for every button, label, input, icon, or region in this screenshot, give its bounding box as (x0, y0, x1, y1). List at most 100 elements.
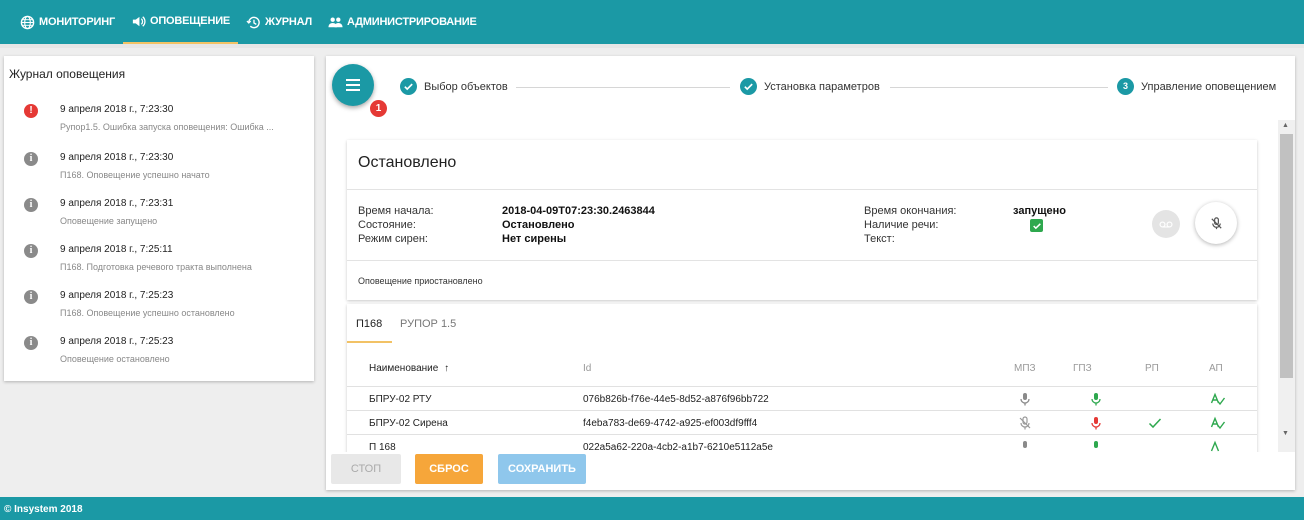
scroll-down-icon[interactable]: ▼ (1282, 430, 1289, 437)
nav-monitoring[interactable]: МОНИТОРИНГ (12, 0, 123, 44)
log-date: 9 апреля 2018 г., 7:25:23 (60, 290, 174, 301)
state-label: Состояние: (358, 219, 416, 231)
nav-journal[interactable]: ЖУРНАЛ (238, 0, 320, 44)
notification-control-panel: 1 Выбор объектов Установка параметров 3 … (326, 56, 1295, 490)
cell-id: 022a5a62-220a-4cb2-a1b7-6210e5112a5e (583, 442, 773, 452)
voicemail-button[interactable] (1152, 210, 1180, 238)
log-item[interactable]: ! 9 апреля 2018 г., 7:23:30 Рупор1.5. Ош… (24, 104, 309, 144)
divider (347, 189, 1257, 190)
log-text: Рупор1.5. Ошибка запуска оповещения: Оши… (60, 122, 274, 132)
save-button[interactable]: СОХРАНИТЬ (498, 454, 586, 484)
cell-name: БПРУ-02 Сирена (369, 418, 448, 429)
column-header-gpz[interactable]: ГПЗ (1073, 363, 1092, 374)
log-text: П168. Оповещение успешно остановлено (60, 308, 235, 318)
top-navigation: МОНИТОРИНГ ОПОВЕЩЕНИЕ ЖУРНАЛ АДМИНИСТРИР… (0, 0, 1304, 48)
check-circle-icon (400, 78, 417, 95)
log-date: 9 апреля 2018 г., 7:23:30 (60, 104, 174, 115)
vertical-scrollbar[interactable]: ▲ ▼ (1278, 120, 1295, 452)
log-text: П168. Оповещение успешно начато (60, 170, 210, 180)
status-title: Остановлено (358, 154, 457, 171)
voicemail-icon (1159, 220, 1173, 228)
status-note: Оповещение приостановлено (358, 276, 483, 286)
info-icon: i (24, 290, 38, 304)
table-row[interactable]: П 168 022a5a62-220a-4cb2-a1b7-6210e5112a… (347, 434, 1257, 452)
scroll-up-icon[interactable]: ▲ (1282, 122, 1289, 129)
nav-strip (0, 44, 1304, 48)
text-label: Текст: (864, 233, 895, 245)
table-row[interactable]: БПРУ-02 Сирена f4eba783-de69-4742-a925-e… (347, 410, 1257, 434)
nav-notification-label: ОПОВЕЩЕНИЕ (150, 15, 231, 27)
log-item[interactable]: i 9 апреля 2018 г., 7:23:31 Оповещение з… (24, 198, 309, 238)
cell-name: БПРУ-02 РТУ (369, 394, 432, 405)
column-header-name-label: Наименование (369, 363, 439, 374)
mute-microphone-button[interactable] (1195, 202, 1237, 244)
error-icon: ! (24, 104, 38, 118)
log-item[interactable]: i 9 апреля 2018 г., 7:25:11 П168. Подгот… (24, 244, 309, 284)
mic-off-icon (1210, 216, 1222, 229)
devices-card: П168 РУПОР 1.5 Наименование ↑ Id МПЗ ГПЗ… (347, 304, 1257, 452)
check-icon (1148, 418, 1162, 429)
log-text: П168. Подготовка речевого тракта выполне… (60, 262, 252, 272)
end-time-label: Время окончания: (864, 205, 957, 217)
content-scroll-area: Остановлено Время начала: 2018-04-09T07:… (326, 120, 1295, 452)
nav-notification[interactable]: ОПОВЕЩЕНИЕ (123, 0, 239, 44)
notification-badge: 1 (370, 100, 387, 117)
sidebar-title: Журнал оповещения (9, 67, 126, 81)
history-icon (246, 16, 260, 28)
active-tab-indicator (347, 341, 392, 343)
info-icon: i (24, 198, 38, 212)
info-icon: i (24, 336, 38, 350)
speech-checkbox[interactable] (1030, 219, 1043, 232)
log-text: Оповещение остановлено (60, 354, 170, 364)
column-header-mpz[interactable]: МПЗ (1014, 363, 1036, 374)
signal-icon (1210, 440, 1220, 452)
step-label: Установка параметров (764, 80, 880, 93)
mic-icon (1091, 393, 1101, 406)
siren-mode-label: Режим сирен: (358, 233, 428, 245)
column-header-name[interactable]: Наименование ↑ (369, 363, 449, 374)
log-item[interactable]: i 9 апреля 2018 г., 7:23:30 П168. Оповещ… (24, 152, 309, 192)
log-item[interactable]: i 9 апреля 2018 г., 7:25:23 Оповещение о… (24, 336, 309, 376)
tab-p168[interactable]: П168 (356, 318, 382, 330)
notification-log-panel: Журнал оповещения ! 9 апреля 2018 г., 7:… (4, 56, 314, 381)
column-header-rp[interactable]: РП (1145, 363, 1159, 374)
check-icon (1032, 222, 1041, 229)
menu-button[interactable] (332, 64, 374, 106)
cell-id: 076b826b-f76e-44e5-8d52-a876f96bb722 (583, 394, 769, 405)
copyright-text: © Insystem 2018 (4, 504, 83, 515)
start-time-value: 2018-04-09T07:23:30.2463844 (502, 205, 655, 217)
step-set-parameters[interactable]: Установка параметров (740, 78, 880, 95)
footer: © Insystem 2018 (0, 497, 1304, 520)
step-connector (516, 87, 730, 88)
mic-icon (1094, 441, 1098, 448)
step-select-objects[interactable]: Выбор объектов (400, 78, 508, 95)
siren-mode-value: Нет сирены (502, 233, 567, 245)
table-row[interactable]: БПРУ-02 РТУ 076b826b-f76e-44e5-8d52-a876… (347, 386, 1257, 410)
speech-label: Наличие речи: (864, 219, 939, 231)
log-date: 9 апреля 2018 г., 7:23:31 (60, 198, 174, 209)
sort-arrow-up-icon: ↑ (444, 363, 450, 374)
nav-administration[interactable]: АДМИНИСТРИРОВАНИЕ (320, 0, 485, 44)
nav-monitoring-label: МОНИТОРИНГ (39, 16, 115, 28)
scroll-thumb[interactable] (1280, 134, 1293, 378)
step-manage-notification[interactable]: 3 Управление оповещением (1117, 78, 1276, 95)
signal-icon (1210, 392, 1226, 406)
mic-icon (1020, 393, 1030, 406)
mic-icon (1091, 417, 1101, 430)
reset-button[interactable]: СБРОС (415, 454, 483, 484)
tab-rupor[interactable]: РУПОР 1.5 (400, 318, 456, 330)
stop-button[interactable]: СТОП (331, 454, 401, 484)
info-icon: i (24, 152, 38, 166)
log-date: 9 апреля 2018 г., 7:25:11 (60, 244, 173, 255)
status-card: Остановлено Время начала: 2018-04-09T07:… (347, 140, 1257, 300)
column-header-ap[interactable]: АП (1209, 363, 1223, 374)
log-item[interactable]: i 9 апреля 2018 г., 7:25:23 П168. Оповещ… (24, 290, 309, 330)
log-date: 9 апреля 2018 г., 7:23:30 (60, 152, 174, 163)
start-time-label: Время начала: (358, 205, 434, 217)
speaker-icon (132, 15, 146, 27)
column-header-id[interactable]: Id (583, 363, 591, 374)
log-date: 9 апреля 2018 г., 7:25:23 (60, 336, 174, 347)
globe-icon (20, 15, 35, 29)
cell-id: f4eba783-de69-4742-a925-ef003df9fff4 (583, 418, 758, 429)
divider (347, 260, 1257, 261)
